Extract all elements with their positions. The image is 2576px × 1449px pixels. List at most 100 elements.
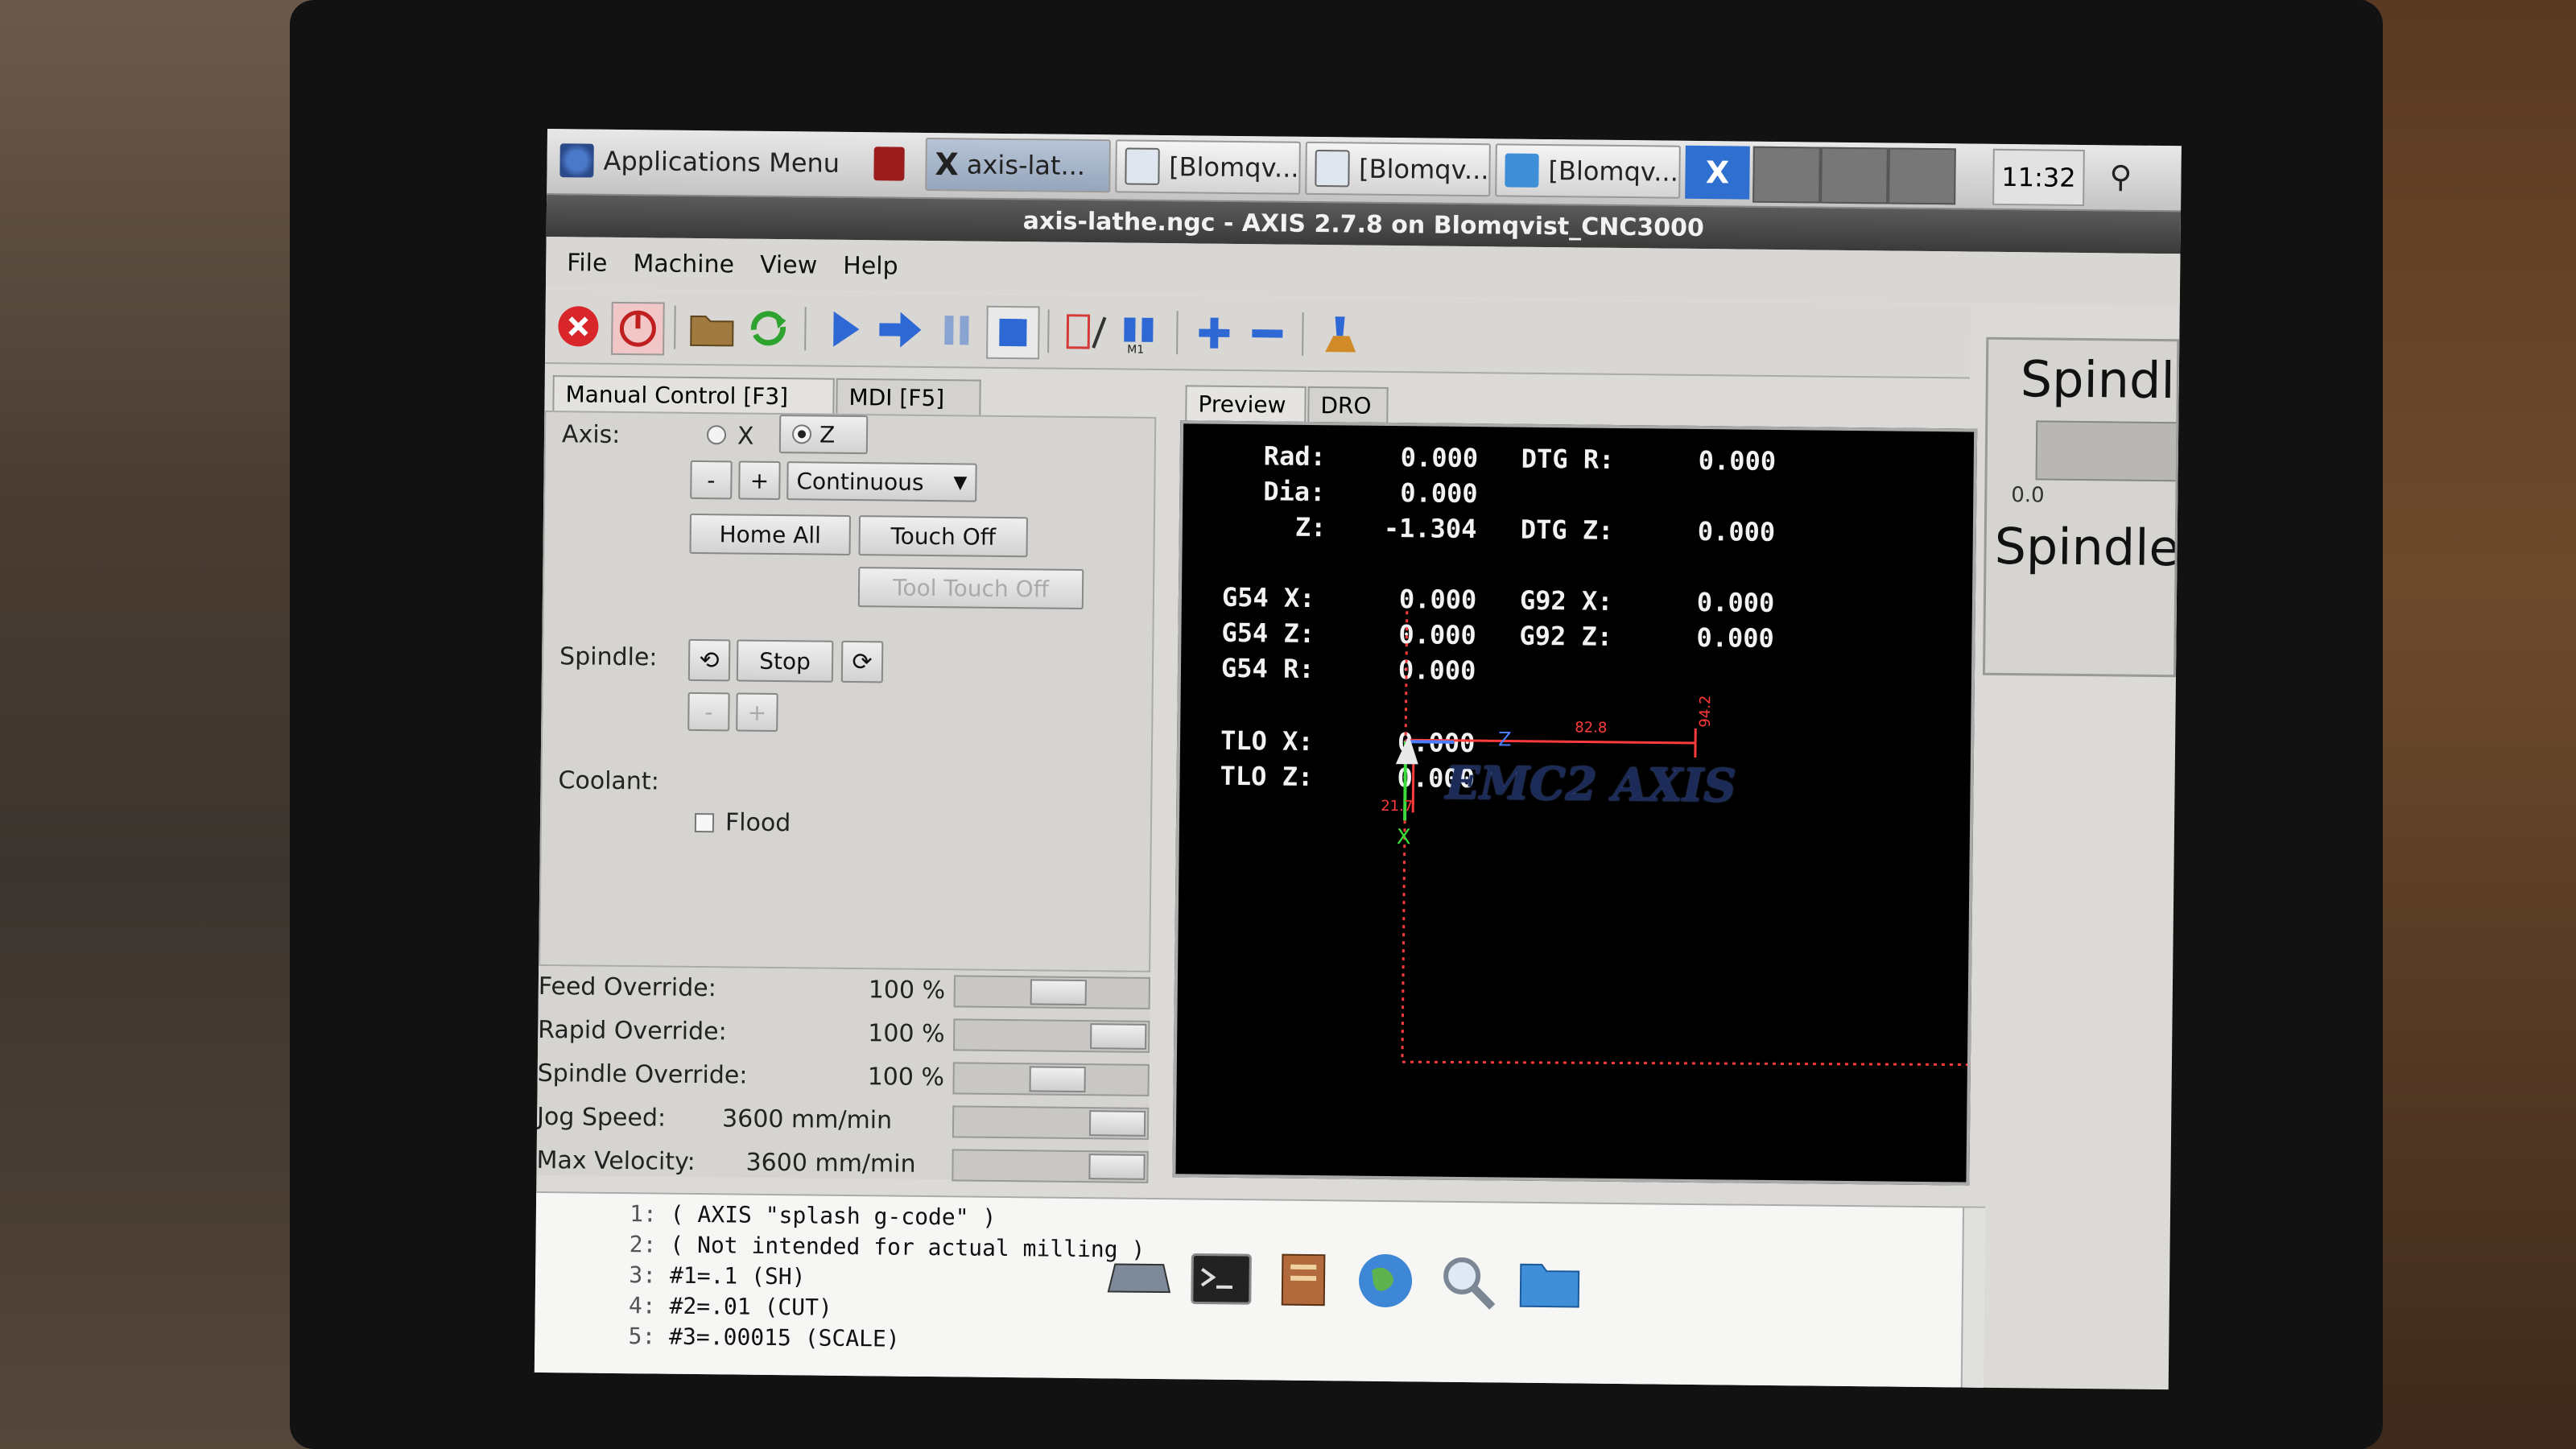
run-button[interactable] [819,304,869,355]
feed-override-slider[interactable] [953,975,1151,1009]
pause-button[interactable] [931,305,982,356]
jog-minus-button[interactable]: - [690,460,733,500]
menu-view[interactable]: View [760,250,818,279]
clear-plot-button[interactable] [1315,309,1365,360]
workspace-2[interactable] [1752,146,1821,204]
document-icon [1125,147,1160,185]
home-all-button[interactable]: Home All [689,513,851,555]
axis-x-label: X [1396,825,1411,850]
gcode-scrollbar[interactable] [1960,1208,1986,1389]
optional-stop-icon: M1 [1124,317,1154,355]
task-label: [Blomqv... [1168,151,1299,184]
xfce-icon [559,143,594,178]
task-axis-lathe[interactable]: X axis-lat... [925,137,1111,193]
tab-label: Preview [1198,390,1286,419]
gcode-line[interactable]: 1: ( AXIS "splash g-code" ) [536,1199,996,1231]
line-code: #3=.00015 (SCALE) [668,1323,900,1352]
spindle-plus-label: + [747,699,767,726]
launcher-button[interactable] [865,137,914,191]
task-blomqvist-3[interactable]: [Blomqv... [1495,143,1681,199]
tab-manual-control[interactable]: Manual Control [F3] [552,375,835,414]
task-label: [Blomqv... [1358,153,1489,186]
menu-file[interactable]: File [567,249,608,278]
spindle-slower-button[interactable]: - [687,691,730,732]
line-code: #2=.01 (CUT) [669,1292,833,1321]
separator [674,305,676,349]
zoom-in-button[interactable] [1189,308,1240,358]
spindle-speed-value: 0.0 [2011,483,2045,508]
zoom-out-button[interactable] [1242,308,1293,359]
gcode-line[interactable]: 3: #1=.1 (SH) [535,1261,805,1290]
search-icon [1443,1257,1496,1310]
document-icon [1315,149,1350,188]
menu-help[interactable]: Help [843,251,898,280]
rapid-override-slider[interactable] [953,1018,1150,1053]
dimension-z-label: 82.8 [1575,719,1608,737]
optional-stop-button[interactable]: M1 [1115,307,1166,357]
workspace-4[interactable] [1888,147,1956,205]
block-delete-button[interactable] [1060,307,1111,357]
tool-touch-off-label: Tool Touch Off [892,574,1050,603]
spindle-faster-button[interactable]: + [736,692,778,733]
tool-touch-off-button[interactable]: Tool Touch Off [857,567,1084,610]
dock-drive[interactable] [1107,1245,1172,1311]
home-all-label: Home All [719,520,822,549]
jog-plus-button[interactable]: + [738,460,781,501]
reload-button[interactable] [743,303,794,354]
slider-thumb[interactable] [1088,1110,1146,1137]
jog-speed-label: Jog Speed: [536,1102,667,1133]
dock-folder[interactable] [1517,1250,1583,1315]
machine-power-button[interactable] [611,301,665,356]
spindle-stop-button[interactable]: Stop [736,639,834,683]
separator [1176,311,1179,355]
task-blomqvist-2[interactable]: [Blomqv... [1305,141,1491,197]
dock-file-manager[interactable] [1271,1247,1336,1312]
spindle-forward-button[interactable]: ⟳ [840,640,884,683]
block-delete-icon [1066,314,1107,349]
stop-button[interactable] [986,305,1040,360]
spindle-label: Spindle: [559,642,658,672]
spindle-override-label: Spindle Override: [537,1059,748,1090]
slider-thumb[interactable] [1030,979,1088,1006]
axis-x-radio[interactable] [706,425,727,445]
drive-icon [1107,1263,1171,1294]
estop-button[interactable] [553,301,604,352]
flood-checkbox[interactable] [694,812,715,833]
power-icon [619,310,656,347]
step-button[interactable] [875,304,926,355]
workspace-1[interactable]: X [1685,145,1750,200]
chevron-down-icon: ▼ [953,472,968,493]
menu-machine[interactable]: Machine [633,250,734,279]
dock-browser[interactable] [1353,1249,1418,1314]
workspace-3[interactable] [1820,147,1889,204]
jog-mode-select[interactable]: Continuous ▼ [786,461,977,502]
spindle-reverse-button[interactable]: ⟲ [687,638,731,682]
slider-thumb[interactable] [1090,1023,1147,1050]
tab-dro[interactable]: DRO [1307,386,1389,423]
tab-mdi[interactable]: MDI [F5] [836,378,981,415]
dock-terminal[interactable] [1189,1246,1254,1311]
applications-menu[interactable]: Applications Menu [551,134,858,190]
gcode-line[interactable]: 4: #2=.01 (CUT) [535,1291,832,1321]
touch-off-button[interactable]: Touch Off [858,515,1028,558]
tab-label: DRO [1320,391,1372,419]
spindle-override-slider[interactable] [952,1062,1150,1096]
gcode-line[interactable]: 5: #3=.00015 (SCALE) [535,1322,900,1352]
preview-canvas[interactable]: Rad: 0.000 DTG R: 0.000 Dia: 0.000 Z: -1… [1172,420,1978,1186]
axis-z-option[interactable]: Z [778,415,869,455]
spindle-title-2: Spindle [1994,516,2180,578]
task-blomqvist-1[interactable]: [Blomqv... [1115,139,1301,195]
jog-speed-slider[interactable] [952,1105,1150,1140]
spindle-override-row: Spindle Override: 100 % [537,1053,1150,1103]
open-button[interactable] [687,303,737,353]
tab-preview[interactable]: Preview [1185,385,1307,422]
tray-button[interactable]: ⚲ [2092,150,2149,204]
dock-search[interactable] [1435,1249,1501,1315]
file-manager-icon [1281,1253,1326,1307]
gcode-line[interactable]: 2: ( Not intended for actual milling ) [535,1230,1146,1263]
slider-thumb[interactable] [1029,1066,1087,1093]
max-velocity-slider[interactable] [952,1149,1149,1183]
open-icon [690,315,734,347]
slider-thumb[interactable] [1088,1154,1146,1180]
svg-text:M1: M1 [1127,344,1144,355]
